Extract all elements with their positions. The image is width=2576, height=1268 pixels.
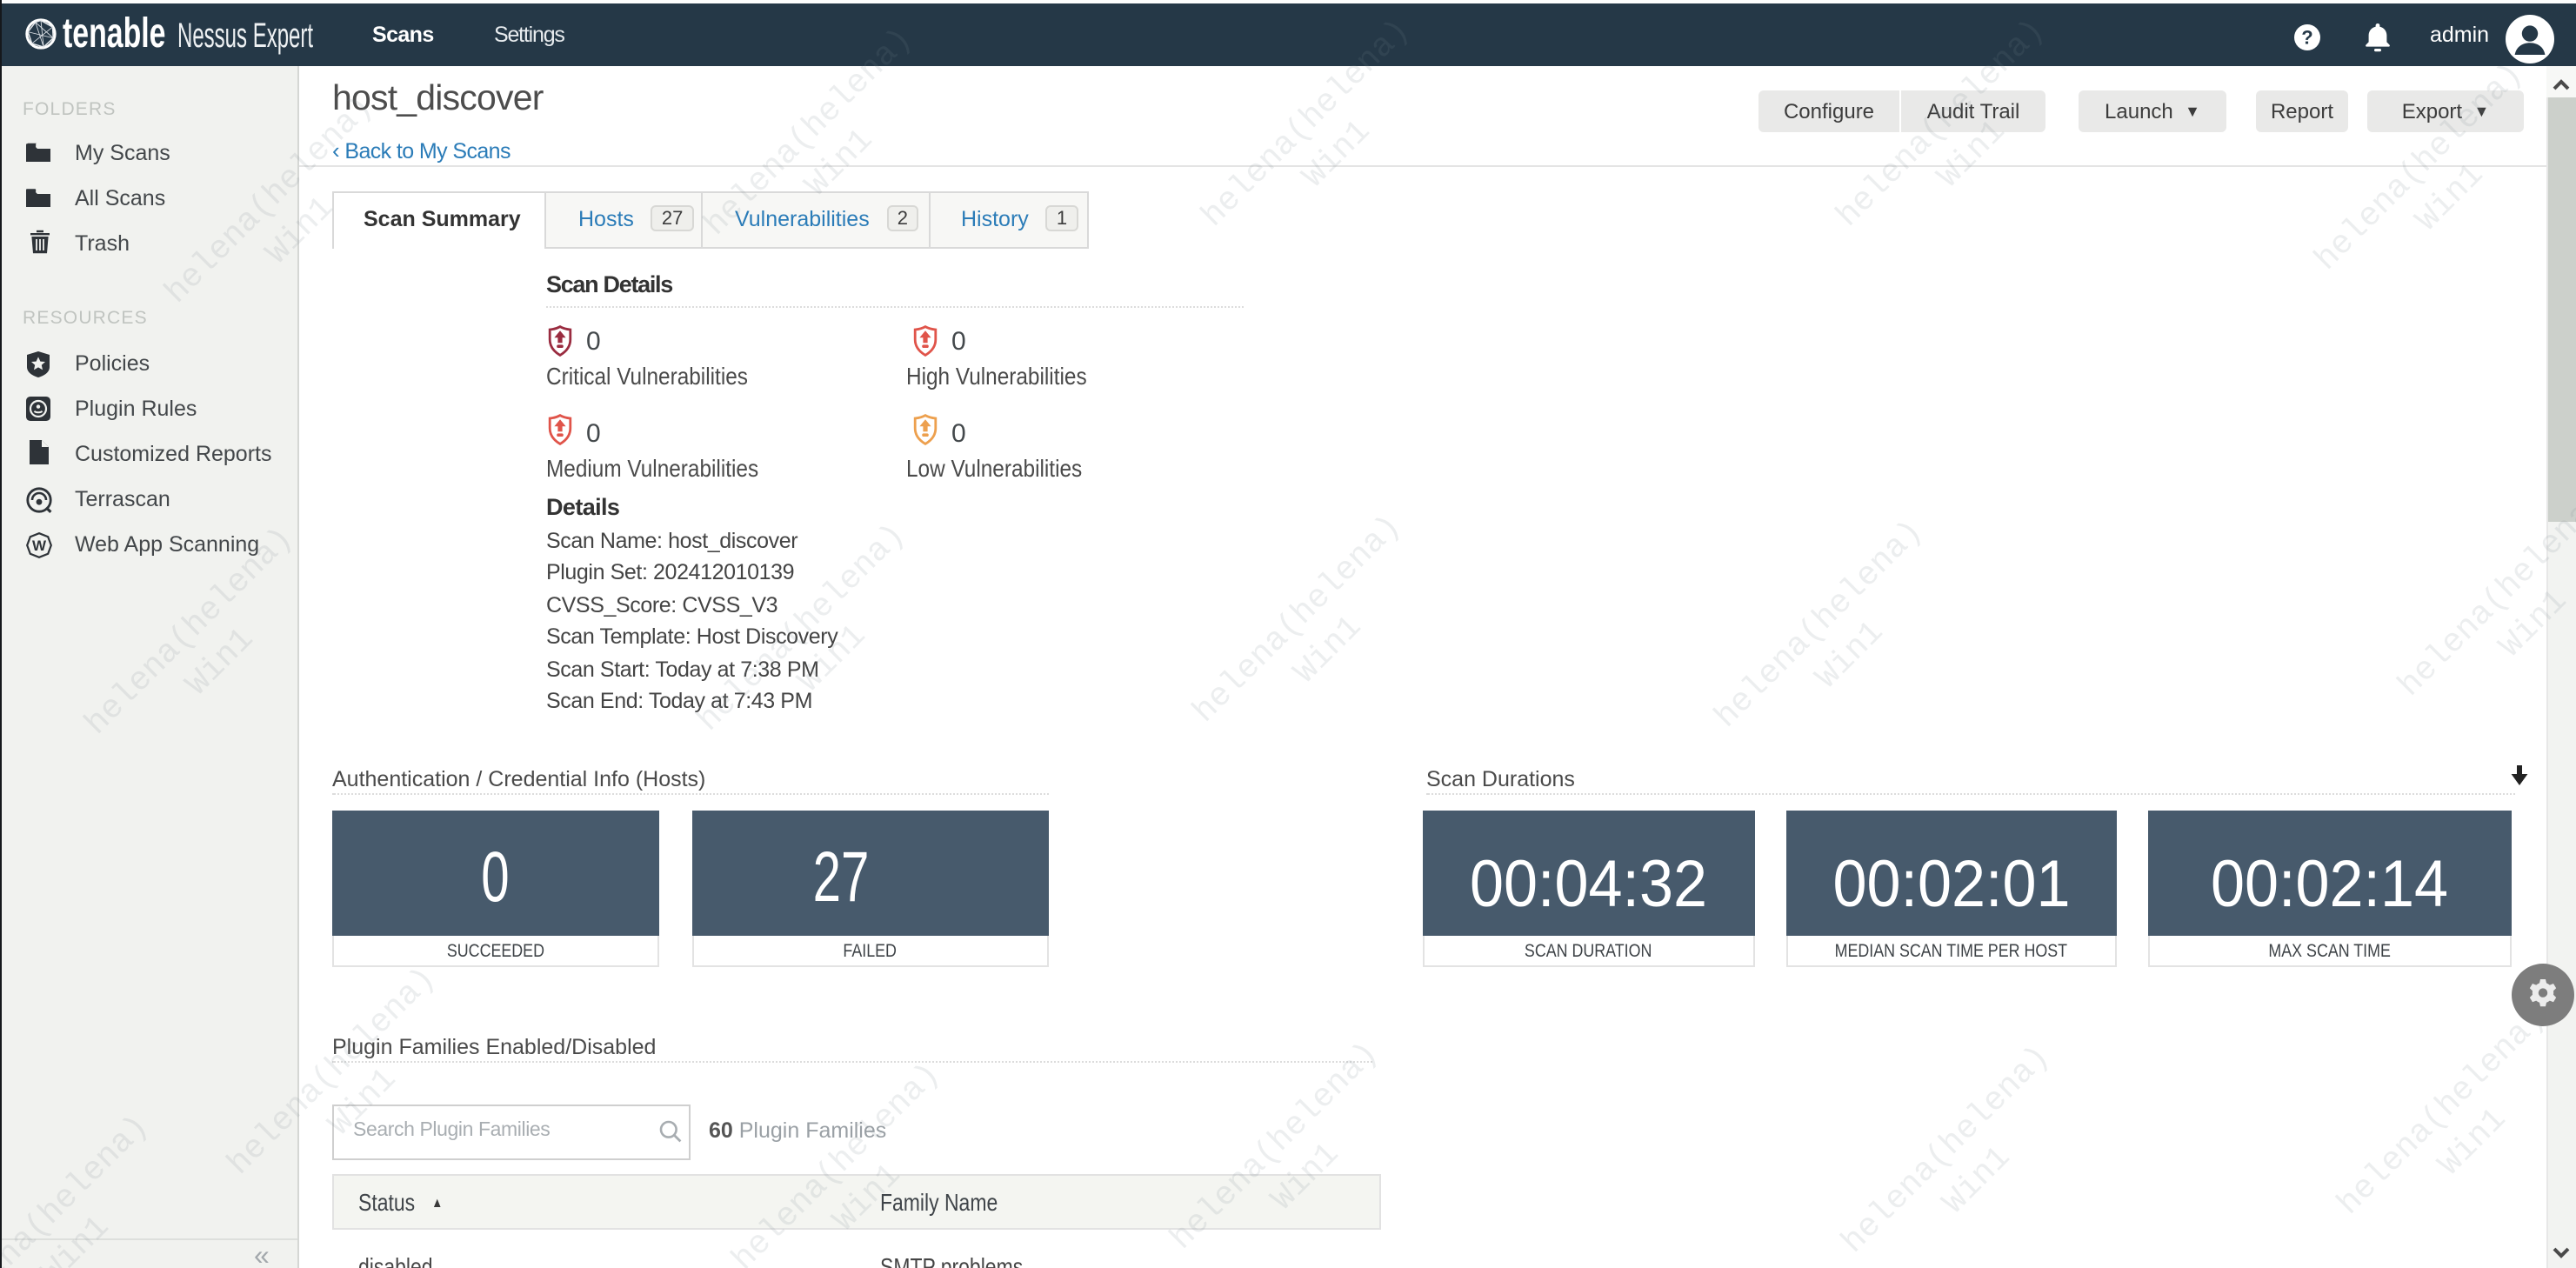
svg-text:W: W	[32, 537, 47, 554]
svg-text:?: ?	[2301, 27, 2312, 49]
